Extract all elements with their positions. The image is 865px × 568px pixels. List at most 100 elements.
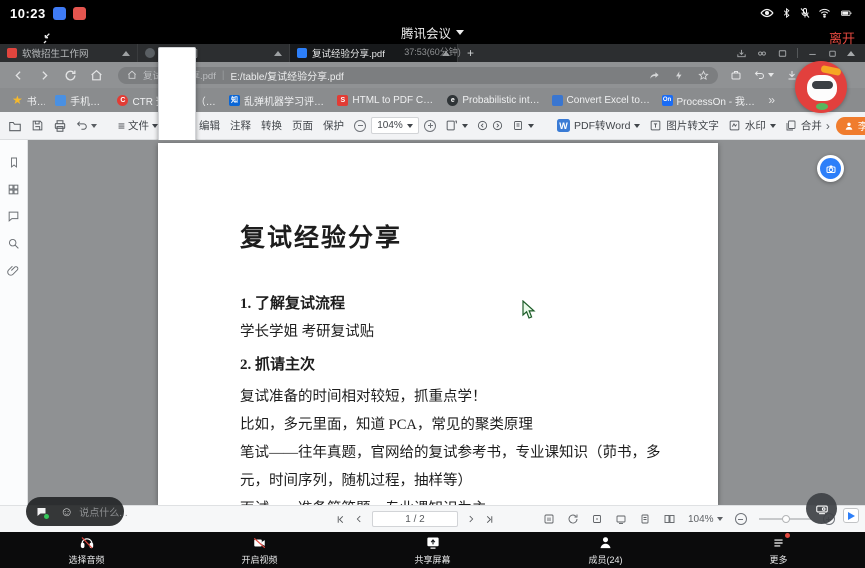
open-file-icon[interactable] [8,119,22,133]
menu-file[interactable]: ≡ 文件 [118,118,158,133]
more-button[interactable]: 更多 [692,532,865,568]
extension-icon[interactable] [730,69,742,81]
status-zoom-select[interactable]: 104% [688,514,723,525]
favorite-star-icon[interactable] [698,70,709,81]
meeting-bottom-toolbar: 选择音频 开启视频 共享屏幕 成员(24) 更多 [0,532,865,568]
search-icon[interactable] [7,237,20,250]
browser-address-bar: 复试经验分享.pdf | E:/table/复试经验分享.pdf ⋯ [0,62,865,88]
zoom-in-icon[interactable] [424,120,436,132]
prev-page-icon[interactable] [477,120,488,131]
menu-edit[interactable]: 编辑 [199,118,220,133]
attachment-icon[interactable] [7,264,20,277]
shrink-window-icon[interactable] [40,31,56,47]
next-page-icon[interactable] [466,514,476,524]
bookmark-item[interactable]: e Probabilistic inter... [447,95,541,106]
new-tab-button[interactable]: + [458,44,483,62]
bookmark-item[interactable]: ★ 书签 [12,93,45,108]
hand-tool-icon[interactable] [591,513,603,525]
browser-tab-1[interactable]: 软微招生工作网 [0,44,138,62]
fit-page-button[interactable] [445,119,468,132]
pdf-side-rail [0,140,28,505]
reload-icon[interactable] [64,69,77,82]
zoom-out-icon[interactable] [354,120,366,132]
zoom-out-icon[interactable] [735,513,747,525]
tab-favicon [7,48,17,58]
read-mode-button[interactable] [512,119,534,132]
thumbnails-panel-icon[interactable] [7,183,20,196]
leave-meeting-button[interactable]: 离开 [829,28,855,47]
chevron-down-icon [91,124,97,128]
page-number-view-icon[interactable] [543,513,555,525]
bookmark-item[interactable]: On ProcessOn - 我的... [662,93,759,108]
menu-protect[interactable]: 保护 [323,118,344,133]
chevron-down-icon [407,124,413,128]
next-page-icon[interactable] [492,120,503,131]
document-title: 复试经验分享 [240,223,692,255]
menu-annotate[interactable]: 注释 [230,118,251,133]
back-icon[interactable] [12,69,25,82]
window-icon[interactable] [777,48,788,59]
single-page-icon[interactable] [639,513,651,525]
zoom-level-select[interactable]: 104% [371,117,419,134]
status-page-indicator[interactable]: 1 / 2 [372,511,458,527]
start-video-button[interactable]: 开启视频 [173,532,346,568]
chat-bubble-icon[interactable] [35,506,48,518]
minimize-icon[interactable] [807,48,818,59]
last-page-icon[interactable] [484,514,495,525]
image-to-text-button[interactable]: 图片转文字 [649,118,719,133]
link-icon[interactable] [756,48,768,59]
print-icon[interactable] [53,119,67,133]
two-page-icon[interactable] [663,513,676,525]
forward-icon[interactable] [38,69,51,82]
menu-convert[interactable]: 转换 [261,118,282,133]
bookmark-item[interactable]: 手机书签 [55,93,107,108]
browser-mascot-avatar[interactable] [795,61,847,113]
zoom-slider[interactable] [759,518,811,520]
browser-tab-active[interactable]: 复试经验分享.pdf [290,44,458,62]
meeting-chat-pill[interactable]: ☺ 说点什么... [26,497,124,526]
toolbar-expand-icon[interactable]: › [826,119,830,133]
play-button[interactable] [843,508,859,523]
select-audio-button[interactable]: 选择音频 [0,532,173,568]
s-badge-icon: S [337,95,348,106]
bookmark-item[interactable]: S HTML to PDF Con... [337,95,437,106]
home-icon[interactable] [90,69,103,82]
collapse-toolbar-icon[interactable] [847,51,855,56]
fullscreen-icon[interactable] [615,513,627,525]
screenshot-float-button[interactable] [817,155,844,182]
comments-panel-icon[interactable] [7,210,20,223]
rotate-icon[interactable] [567,513,579,525]
user-name: 李文娟 [858,118,865,133]
address-input[interactable]: 复试经验分享.pdf | E:/table/复试经验分享.pdf [118,67,718,84]
pdf-to-word-button[interactable]: W PDF转Word [557,118,640,133]
restore-icon[interactable] [827,48,838,59]
toolbar-item-label: 更多 [769,553,787,566]
save-icon[interactable] [31,119,44,132]
members-button[interactable]: 成员(24) [519,532,692,568]
projector-float-button[interactable] [806,493,837,524]
chat-input-placeholder[interactable]: 说点什么... [79,504,127,519]
user-account-badge[interactable]: 李文娟 [836,117,865,135]
prev-page-icon[interactable] [354,514,364,524]
watermark-button[interactable]: 水印 [728,118,776,133]
burger-icon: ≡ [118,119,125,133]
phone-icon [55,95,66,106]
bookmark-item[interactable]: Convert Excel to L... [552,95,652,106]
mouse-cursor [522,300,536,320]
first-page-icon[interactable] [335,514,346,525]
lightning-icon[interactable] [674,70,684,81]
share-screen-button[interactable]: 共享屏幕 [346,532,519,568]
browser-tab-bar: 软微招生工作网 千人千网 复试经验分享.pdf + [0,44,865,62]
share-icon[interactable] [649,70,660,81]
merge-button[interactable]: 合并 [785,118,822,133]
menu-page[interactable]: 页面 [292,118,313,133]
zoom-slider-knob[interactable] [782,515,790,523]
emoji-icon[interactable]: ☺ [60,505,73,518]
bookmark-panel-icon[interactable] [8,156,20,169]
bookmark-item[interactable]: 知 乱弹机器学习评估... [229,93,327,108]
undo-icon[interactable] [76,119,97,132]
undo-menu-button[interactable] [754,69,774,81]
download-tray-icon[interactable] [736,48,747,59]
notification-dot [785,533,790,538]
robot-visor-icon [812,81,833,89]
